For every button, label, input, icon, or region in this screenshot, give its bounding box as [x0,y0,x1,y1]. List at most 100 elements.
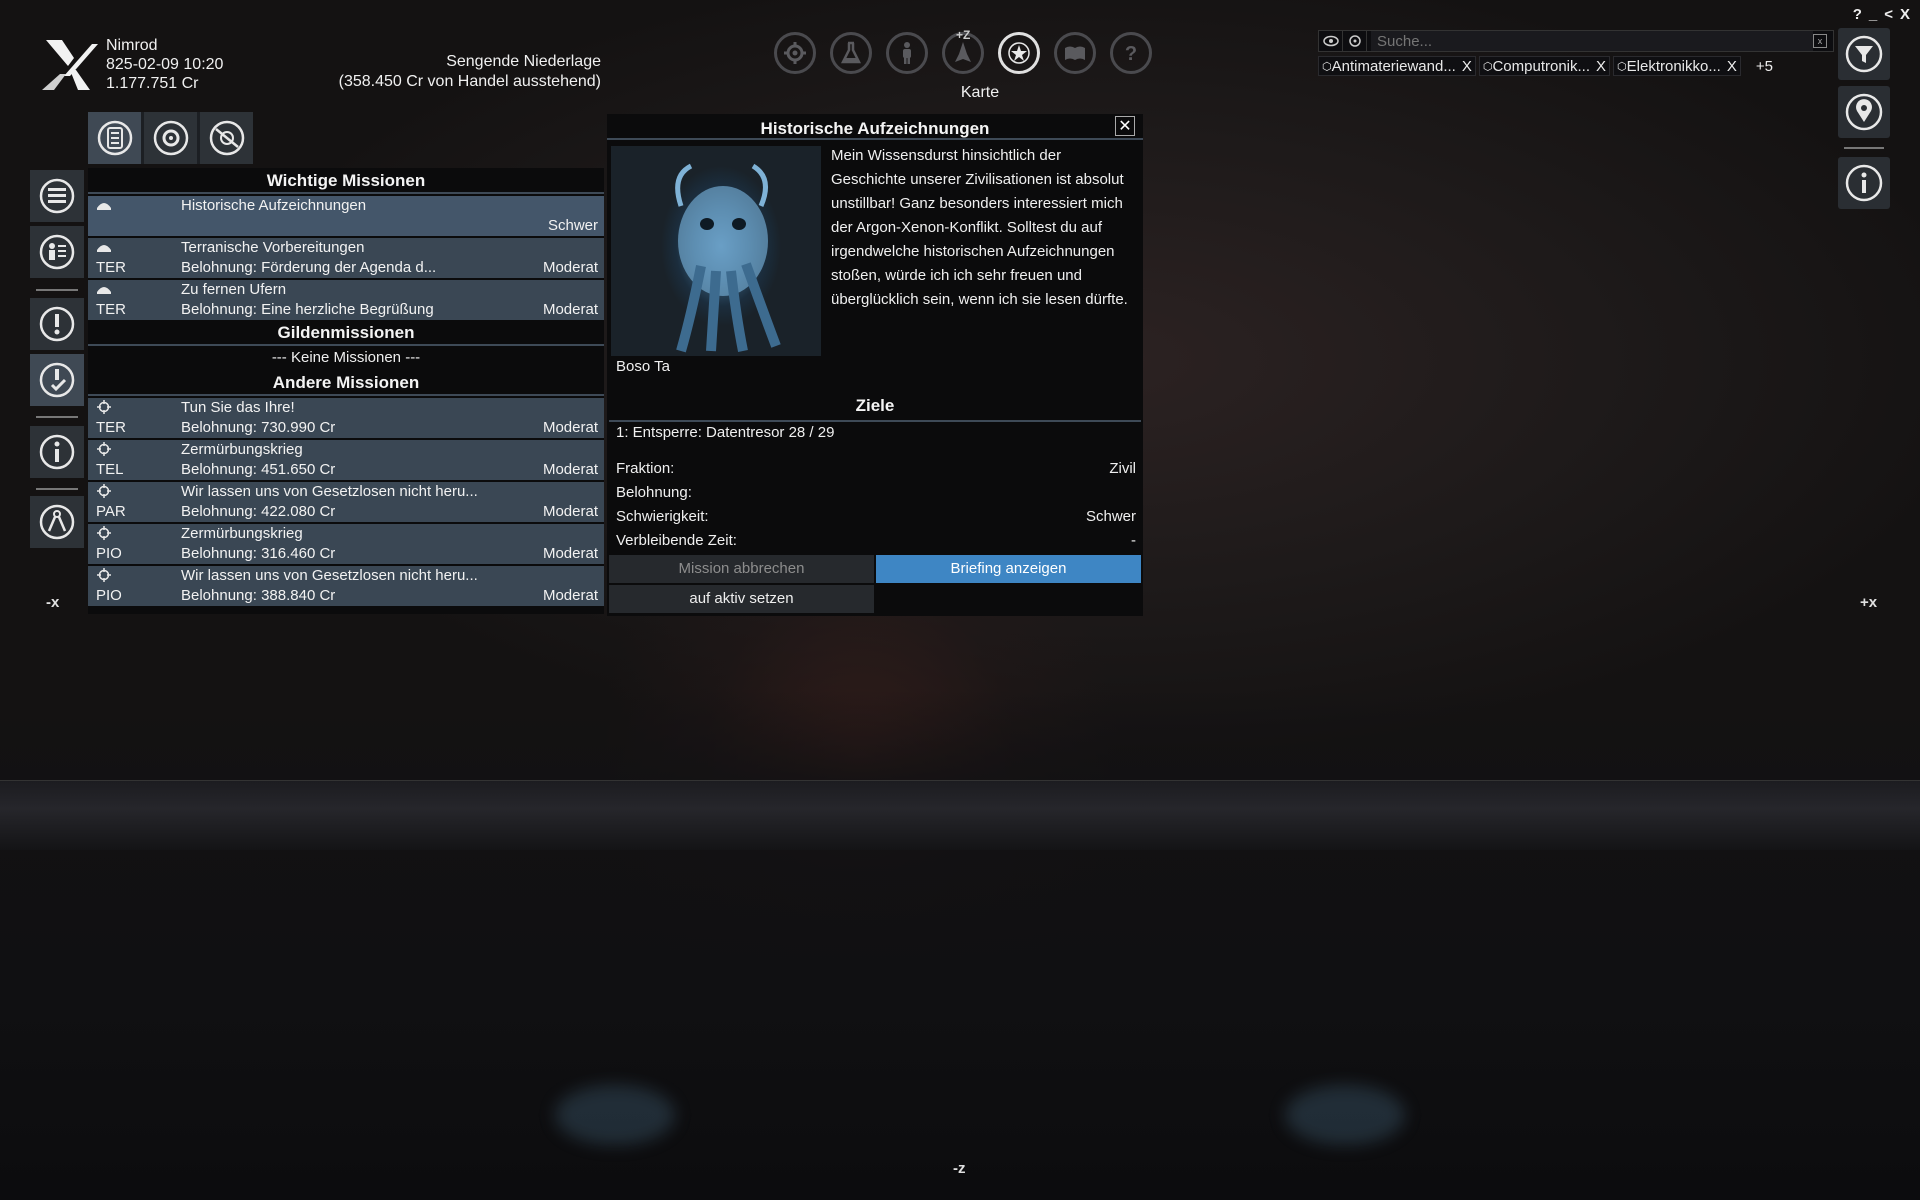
mission-reward: Belohnung: 316.460 Cr [181,545,336,562]
chip-label: Elektronikko... [1626,57,1721,75]
difficulty-row: Schwierigkeit: Schwer [616,508,1136,525]
info-panel-button[interactable] [30,426,84,478]
mission-detail-panel: Historische Aufzeichnungen ✕ Mein Wissen… [607,114,1143,616]
mission-difficulty: Moderat [542,461,598,478]
gear-icon [784,42,806,64]
research-nav-button[interactable] [830,32,872,74]
sidebar-separator [1844,147,1884,149]
player-nav-button[interactable] [886,32,928,74]
mission-offers-button[interactable] [30,298,84,350]
reward-row: Belohnung: [616,484,1136,501]
story-mission-icon [97,287,111,294]
mission-difficulty: Moderat [542,503,598,520]
player-info: Nimrod 825-02-09 10:20 1.177.751 Cr [106,36,223,93]
mission-row[interactable]: PAR Wir lassen uns von Gesetzlosen nicht… [88,482,604,522]
legend-button[interactable] [1838,86,1890,138]
filter-settings-icon[interactable] [1343,31,1367,51]
mission-row[interactable]: TEL Zermürbungskrieg Belohnung: 451.650 … [88,440,604,480]
flask-icon [840,41,862,64]
mission-reward: Belohnung: Förderung der Agenda d... [181,259,437,276]
game-logo [40,36,100,92]
crosshair-icon [97,442,111,456]
help-nav-button[interactable]: ? [1110,32,1152,74]
tab-guild-missions[interactable] [144,112,197,164]
more-filters-button[interactable]: +5 [1756,58,1773,75]
person-icon [903,42,911,64]
exclamation-icon [39,306,75,342]
faction-value: Zivil [1109,460,1136,477]
filter-chip[interactable]: ⬡ Antimateriewand... X [1318,56,1476,76]
mission-manager-button[interactable] [30,354,84,406]
tab-missions[interactable] [88,112,141,164]
list-icon [39,178,75,214]
close-icon: ✕ [1118,118,1132,135]
mission-faction: TER [96,419,126,436]
set-active-button[interactable]: auf aktiv setzen [609,585,874,613]
back-window-button[interactable]: < [1884,6,1893,23]
mission-title: Zu fernen Ufern [181,281,287,298]
settings-nav-button[interactable] [774,32,816,74]
filter-toggle-icon[interactable] [1319,31,1343,51]
close-window-button[interactable]: X [1900,6,1910,23]
object-list-button[interactable] [30,170,84,222]
active-mission-name: Sengende Niederlage [446,53,601,70]
info-button[interactable] [1838,157,1890,209]
filter-chip[interactable]: ⬡ Computronik... X [1478,56,1611,76]
mission-giver-portrait [611,146,821,356]
mission-faction: PIO [96,545,122,562]
filter-chip[interactable]: ⬡ Elektronikko... X [1613,56,1741,76]
mission-row[interactable]: TER Tun Sie das Ihre! Belohnung: 730.990… [88,398,604,438]
help-window-button[interactable]: ? [1853,6,1862,23]
mission-row[interactable]: Historische Aufzeichnungen Schwer [88,196,604,236]
crosshair-icon [97,484,111,498]
property-owned-button[interactable] [30,226,84,278]
story-mission-icon [97,203,111,210]
chip-close-button[interactable]: X [1727,58,1737,75]
show-briefing-button[interactable]: Briefing anzeigen [876,555,1141,583]
tab-mission-filter[interactable] [200,112,253,164]
mission-row[interactable]: TER Zu fernen Ufern Belohnung: Eine herz… [88,280,604,320]
close-detail-button[interactable]: ✕ [1115,116,1135,136]
mission-difficulty: Moderat [542,259,598,276]
encyclopedia-nav-button[interactable] [1054,32,1096,74]
mission-difficulty: Schwer [547,217,598,234]
chip-close-button[interactable]: X [1462,58,1472,75]
difficulty-value: Schwer [1085,508,1136,525]
sidebar-separator [36,488,78,490]
mission-row[interactable]: TER Terranische Vorbereitungen Belohnung… [88,238,604,278]
mission-title: Wir lassen uns von Gesetzlosen nicht her… [181,567,478,584]
goals-header: Ziele [609,396,1141,422]
map-nav-button[interactable] [998,32,1040,74]
filter-button[interactable] [1838,28,1890,80]
mission-goal: 1: Entsperre: Datentresor 28 / 29 [616,424,835,441]
z-axis-label: +Z [956,28,971,42]
ship-icon [955,42,971,62]
mission-list-panel: Wichtige Missionen Historische Aufzeichn… [88,168,604,614]
pos-x-axis-label: +x [1860,594,1878,611]
faction-row: Fraktion: Zivil [616,460,1136,477]
owned-properties-icon [39,234,75,270]
mission-faction: PIO [96,587,122,604]
mission-check-icon [39,362,75,398]
time-remaining-row: Verbleibende Zeit: - [616,532,1136,549]
mission-title: Zermürbungskrieg [181,441,303,458]
cockpit-rail [0,780,1920,850]
minimize-window-button[interactable]: _ [1869,6,1877,23]
crosshair-icon [97,568,111,582]
important-missions-header: Wichtige Missionen [88,168,604,194]
filter-funnel-icon [1845,35,1883,73]
mission-difficulty: Moderat [542,587,598,604]
search-input[interactable] [1371,31,1813,51]
mission-difficulty: Moderat [542,545,598,562]
abort-mission-button[interactable]: Mission abbrechen [609,555,874,583]
chip-label: Computronik... [1492,57,1591,75]
mission-row[interactable]: PIO Wir lassen uns von Gesetzlosen nicht… [88,566,604,606]
clear-search-icon[interactable]: x [1813,34,1827,48]
plot-course-button[interactable] [30,496,84,548]
mission-row[interactable]: PIO Zermürbungskrieg Belohnung: 316.460 … [88,524,604,564]
current-menu-label: Karte [960,84,1000,101]
window-controls: ? _ < X [1853,6,1910,23]
chip-close-button[interactable]: X [1596,58,1606,75]
info-icon [1845,164,1883,202]
mission-filter-icon [209,120,244,156]
